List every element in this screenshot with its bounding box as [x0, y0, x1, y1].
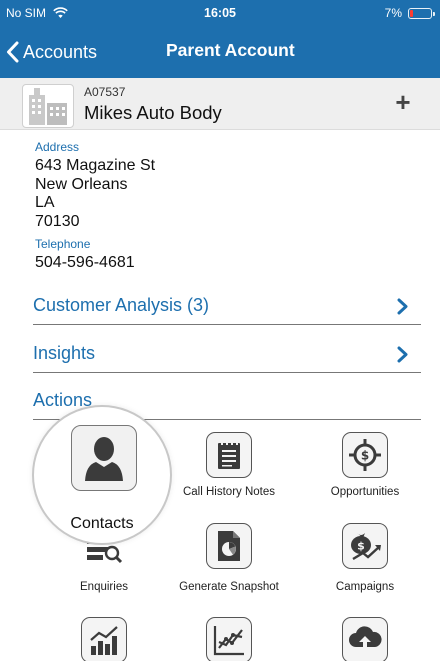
- battery-percent: 7%: [384, 6, 402, 20]
- contacts-action[interactable]: Contacts: [32, 405, 172, 545]
- bar-chart-icon: [81, 617, 127, 661]
- trends-action[interactable]: [165, 617, 293, 661]
- address-line-3: LA: [35, 194, 55, 211]
- analytics-action[interactable]: [40, 617, 168, 661]
- back-label: Accounts: [23, 41, 98, 62]
- buildings-icon: [22, 84, 74, 128]
- svg-text:$: $: [361, 449, 369, 463]
- top-bar: No SIM 16:05 7% Accounts Parent Account: [0, 0, 440, 78]
- chevron-right-icon: [397, 298, 408, 315]
- address-line-1: 643 Magazine St: [35, 157, 156, 174]
- address-line-4: 70130: [35, 213, 80, 230]
- action-label: Generate Snapshot: [179, 581, 279, 593]
- cloud-upload-icon: [342, 617, 388, 661]
- page-title: Parent Account: [166, 40, 295, 60]
- address-label: Address: [35, 140, 80, 154]
- account-name: Mikes Auto Body: [84, 102, 222, 123]
- action-label: Call History Notes: [182, 486, 276, 498]
- action-label: Enquiries: [80, 581, 128, 593]
- back-button[interactable]: Accounts: [6, 38, 97, 66]
- telephone-value[interactable]: 504-596-4681: [35, 254, 135, 272]
- pie-document-icon: [206, 523, 252, 569]
- account-header: A07537 Mikes Auto Body +: [0, 78, 440, 130]
- generate-snapshot-action[interactable]: Generate Snapshot: [165, 523, 293, 593]
- chevron-right-icon: [397, 346, 408, 363]
- address-line-2: New Orleans: [35, 176, 128, 193]
- svg-text:$: $: [357, 540, 365, 553]
- insights-label: Insights: [33, 343, 96, 363]
- campaigns-action[interactable]: $ Campaigns: [301, 523, 429, 593]
- line-chart-icon: [206, 617, 252, 661]
- navigation-bar: Accounts Parent Account: [0, 30, 440, 74]
- insights-row[interactable]: Insights: [33, 333, 421, 373]
- money-growth-icon: $: [342, 523, 388, 569]
- chevron-left-icon: [7, 41, 19, 63]
- action-label: Opportunities: [330, 486, 400, 498]
- status-time: 16:05: [204, 6, 236, 20]
- upload-action[interactable]: [301, 617, 429, 661]
- battery-icon: [408, 8, 435, 19]
- target-dollar-icon: $: [342, 432, 388, 478]
- account-code: A07537: [84, 85, 126, 99]
- customer-analysis-label: Customer Analysis (3): [33, 295, 210, 315]
- add-button[interactable]: +: [388, 88, 418, 118]
- action-label: Campaigns: [335, 581, 395, 593]
- notepad-icon: [206, 432, 252, 478]
- call-history-notes-action[interactable]: Call History Notes: [165, 432, 293, 498]
- opportunities-action[interactable]: $ Opportunities: [301, 432, 429, 498]
- person-icon: [71, 425, 137, 491]
- customer-analysis-row[interactable]: Customer Analysis (3): [33, 285, 421, 325]
- telephone-label: Telephone: [35, 237, 91, 251]
- action-label: Contacts: [70, 515, 134, 532]
- status-bar: No SIM 16:05 7%: [0, 0, 440, 26]
